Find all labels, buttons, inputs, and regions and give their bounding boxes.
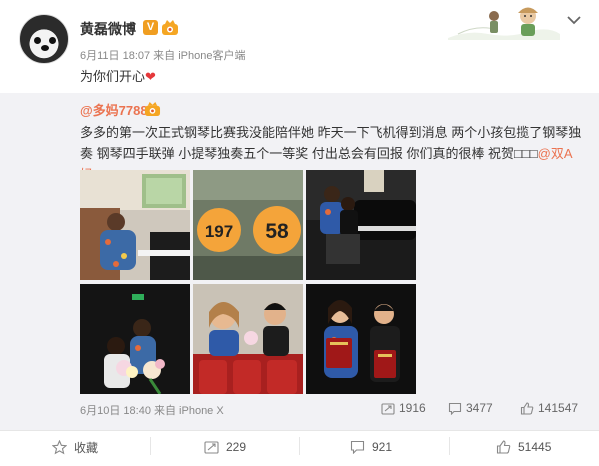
comment-icon (448, 402, 462, 415)
share-icon (204, 441, 219, 454)
post-text: 为你们开心❤ (80, 66, 156, 85)
number-badge-2: 58 (265, 220, 289, 243)
action-bar-divider (0, 430, 599, 431)
author-avatar[interactable] (19, 14, 69, 64)
thumbs-up-icon (520, 401, 534, 415)
repost-forward-value: 1916 (399, 401, 426, 415)
repost-body: 多多的第一次正式钢琴比赛我没能陪伴她 昨天一下飞机得到消息 两个小孩包揽了钢琴独… (80, 125, 582, 161)
favorite-button[interactable]: 收藏 (52, 436, 98, 458)
repost-comment-count[interactable]: 3477 (448, 401, 493, 415)
action-separator (150, 437, 151, 455)
member-crown-icon (162, 20, 178, 35)
card-decoration (448, 7, 560, 40)
thumbs-up-icon (496, 440, 511, 454)
photo-number-badges[interactable]: 197 58 (193, 170, 303, 280)
action-separator (449, 437, 450, 455)
star-icon (52, 439, 67, 454)
comment-count: 921 (372, 440, 393, 454)
photo-piano-practice[interactable] (80, 170, 190, 280)
repost-like-count[interactable]: 141547 (520, 401, 578, 415)
repost-like-value: 141547 (538, 401, 579, 415)
chevron-down-icon[interactable] (566, 14, 582, 26)
share-icon (381, 402, 395, 415)
number-badge-1: 197 (205, 222, 233, 241)
post-body: 为你们开心 (80, 69, 146, 84)
favorite-label: 收藏 (74, 440, 99, 455)
weibo-card: 黄磊微博 V 6月11日 18:07 来自 iPhone客户端 为你们开心❤ @… (0, 0, 599, 466)
forward-button[interactable]: 229 (204, 436, 246, 458)
member-crown-icon (144, 101, 161, 117)
repost-meta: 6月10日 18:40 来自 iPhone X (80, 405, 224, 417)
repost-forward-count[interactable]: 1916 (381, 401, 426, 415)
author-name[interactable]: 黄磊微博 (80, 19, 136, 39)
like-count: 51445 (518, 440, 552, 454)
photo-duet-performance[interactable] (306, 170, 416, 280)
comment-button[interactable]: 921 (350, 436, 392, 458)
photo-audience-smile[interactable] (193, 284, 303, 394)
comment-icon (350, 440, 365, 454)
repost-author[interactable]: @多妈7788 (80, 100, 148, 119)
action-separator (299, 437, 300, 455)
heart-emoji: ❤ (145, 69, 156, 84)
forward-count: 229 (226, 440, 247, 454)
photo-flowers-bouquet[interactable] (80, 284, 190, 394)
like-button[interactable]: 51445 (496, 436, 551, 458)
repost-comment-value: 3477 (466, 401, 493, 415)
photo-certificates[interactable] (306, 284, 416, 394)
verified-badge: V (143, 20, 158, 35)
post-meta: 6月11日 18:07 来自 iPhone客户端 (80, 50, 246, 62)
